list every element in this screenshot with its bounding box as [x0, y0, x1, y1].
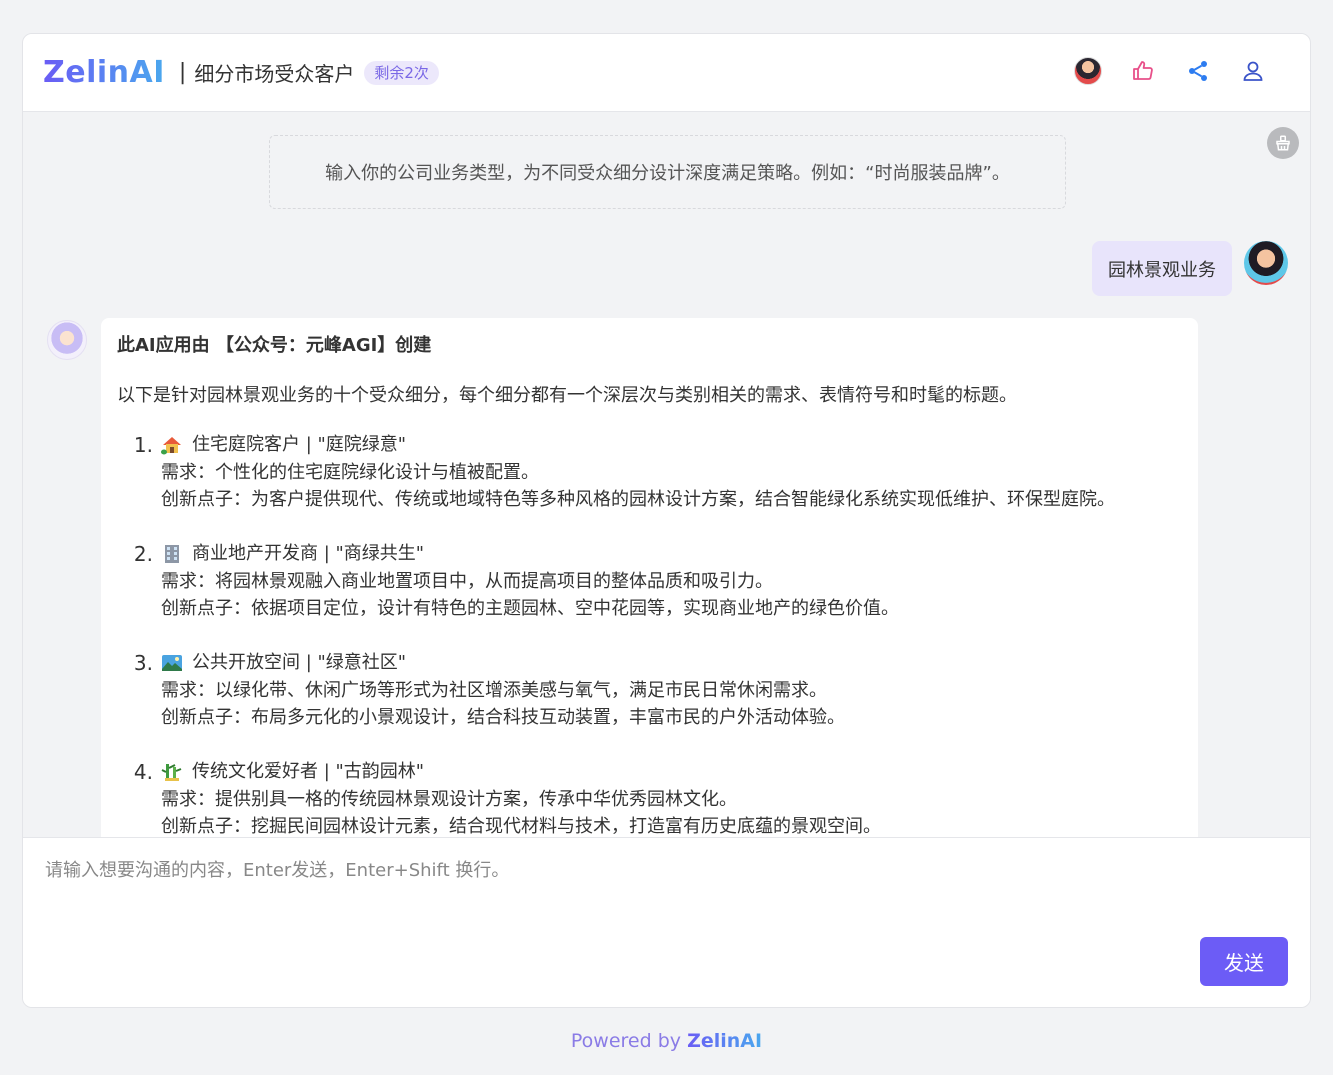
list-item: 2. 商业地产开发商 | "商绿共生" 需求：将园林景观融入商业地置项目中，从而… — [117, 540, 1182, 622]
user-message-row: 园林景观业务 — [1092, 241, 1288, 296]
ai-heading: 此AI应用由 【公众号：元峰AGI】创建 — [117, 335, 432, 356]
item-idea: 创新点子：依据项目定位，设计有特色的主题园林、空中花园等，实现商业地产的绿色价值… — [161, 598, 899, 619]
segment-list: 1. 住宅庭院客户 | "庭院绿意" 需求：个性化的住宅庭院绿化设计与植被配置。… — [117, 431, 1182, 837]
item-number: 1. — [133, 433, 153, 457]
page-title: 细分市场受众客户 — [194, 62, 355, 86]
list-item: 1. 住宅庭院客户 | "庭院绿意" 需求：个性化的住宅庭院绿化设计与植被配置。… — [117, 431, 1182, 513]
remaining-badge: 剩余2次 — [364, 60, 439, 85]
item-title: 商业地产开发商 | "商绿共生" — [192, 543, 425, 564]
item-title: 公共开放空间 | "绿意社区" — [192, 652, 407, 673]
message-input[interactable] — [23, 838, 1310, 938]
title-separator: | — [178, 60, 187, 85]
item-number: 4. — [133, 760, 153, 784]
office-building-icon — [165, 545, 179, 563]
logo[interactable]: ZelinAI — [43, 55, 165, 90]
landscape-icon — [162, 655, 182, 671]
item-number: 3. — [133, 651, 153, 675]
header-actions — [1073, 56, 1268, 86]
item-need: 需求：以绿化带、休闲广场等形式为社区增添美感与氧气，满足市民日常休闲需求。 — [161, 680, 827, 701]
bamboo-icon — [161, 764, 182, 781]
send-button[interactable]: 发送 — [1200, 937, 1288, 986]
composer: 发送 — [23, 837, 1310, 1007]
avatar[interactable] — [1073, 56, 1103, 86]
item-idea: 创新点子：挖掘民间园林设计元素，结合现代材料与技术，打造富有历史底蕴的景观空间。 — [161, 816, 881, 837]
ai-intro: 以下是针对园林景观业务的十个受众细分，每个细分都有一个深层次与类别相关的需求、表… — [117, 385, 1017, 406]
item-idea: 创新点子：布局多元化的小景观设计，结合科技互动装置，丰富市民的户外活动体验。 — [161, 707, 845, 728]
item-need: 需求：将园林景观融入商业地置项目中，从而提高项目的整体品质和吸引力。 — [161, 571, 773, 592]
thumb-up-icon[interactable] — [1128, 56, 1158, 86]
user-avatar — [1244, 241, 1288, 285]
item-title: 传统文化爱好者 | "古韵园林" — [192, 761, 425, 782]
powered-by-text: Powered by — [570, 1030, 688, 1052]
ai-message: 此AI应用由 【公众号：元峰AGI】创建 以下是针对园林景观业务的十个受众细分，… — [101, 318, 1198, 837]
item-need: 需求：提供别具一格的传统园林景观设计方案，传承中华优秀园林文化。 — [161, 789, 737, 810]
item-idea: 创新点子：为客户提供现代、传统或地域特色等多种风格的园林设计方案，结合智能绿化系… — [161, 489, 1115, 510]
house-icon — [161, 437, 181, 455]
header: ZelinAI | 细分市场受众客户 剩余2次 — [23, 34, 1310, 112]
app-card: ZelinAI | 细分市场受众客户 剩余2次 输入你的公司业务类型，为不同受众… — [22, 33, 1311, 1008]
list-item: 3. 公共开放空间 | "绿意社区" 需求：以绿化带、休闲广场等形式为社区增添美… — [117, 649, 1182, 731]
user-message: 园林景观业务 — [1092, 241, 1232, 296]
list-item: 4. 传统文化爱好者 | "古韵园林" 需求：提供别具一格的传统园林景观设计方案… — [117, 758, 1182, 837]
usage-hint: 输入你的公司业务类型，为不同受众细分设计深度满足策略。例如：“时尚服装品牌”。 — [269, 135, 1066, 209]
ai-avatar — [47, 320, 87, 360]
share-icon[interactable] — [1183, 56, 1213, 86]
footer: Powered by ZelinAI — [0, 1030, 1333, 1052]
user-icon[interactable] — [1238, 56, 1268, 86]
chat-area[interactable]: 输入你的公司业务类型，为不同受众细分设计深度满足策略。例如：“时尚服装品牌”。 … — [23, 113, 1310, 837]
item-need: 需求：个性化的住宅庭院绿化设计与植被配置。 — [161, 462, 539, 483]
ai-message-row: 此AI应用由 【公众号：元峰AGI】创建 以下是针对园林景观业务的十个受众细分，… — [47, 318, 1198, 837]
item-title: 住宅庭院客户 | "庭院绿意" — [192, 434, 407, 455]
broom-icon — [1276, 135, 1290, 151]
clear-chat-button[interactable] — [1267, 127, 1299, 159]
footer-brand[interactable]: ZelinAI — [687, 1030, 762, 1052]
item-number: 2. — [133, 542, 153, 566]
